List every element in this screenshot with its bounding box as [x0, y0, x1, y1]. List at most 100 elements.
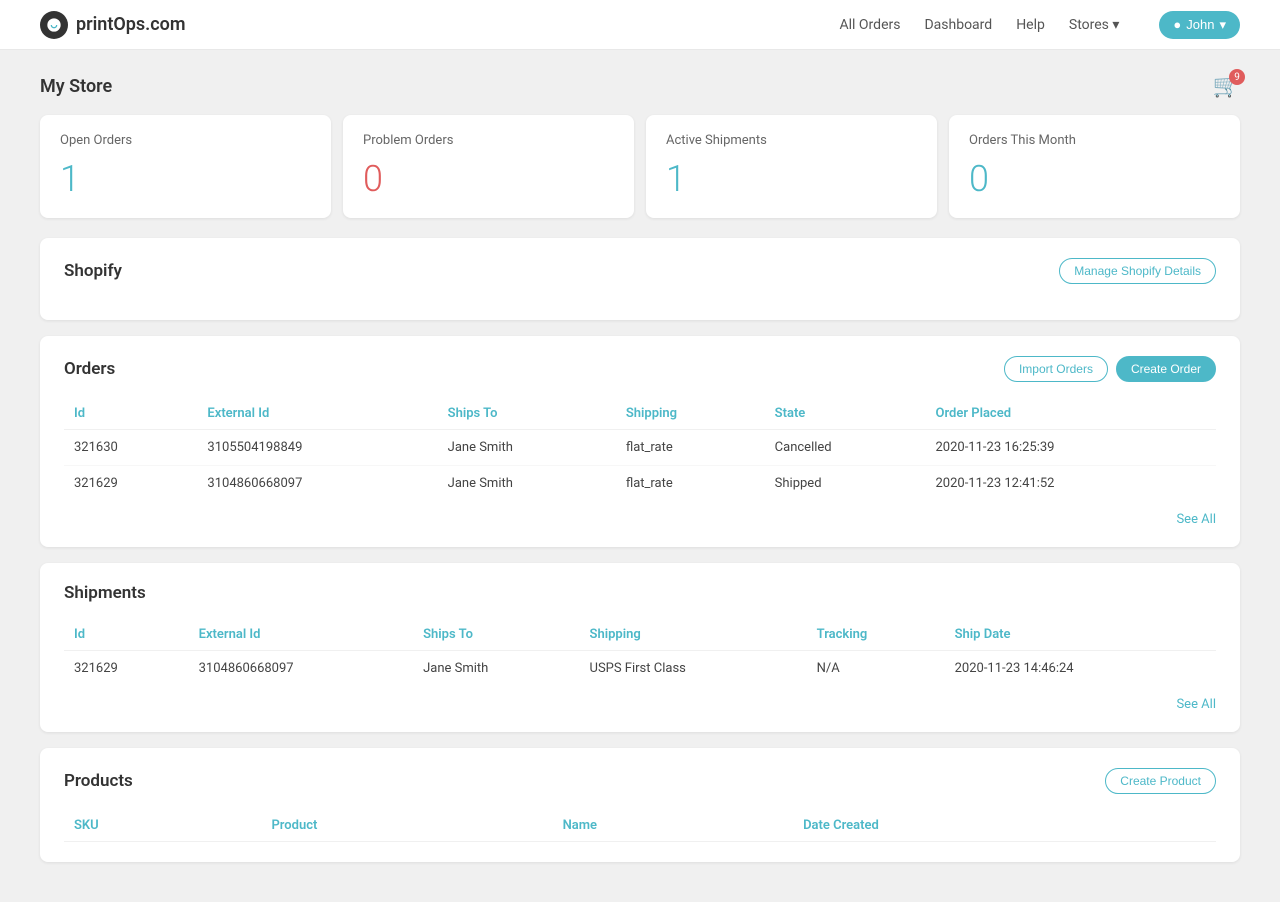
products-col-name: Name — [553, 810, 794, 842]
stores-chevron-icon: ▾ — [1112, 17, 1119, 33]
shipment-id-0: 321629 — [64, 651, 189, 687]
stat-value-problem-orders: 0 — [363, 158, 614, 200]
store-header: My Store 🛒 9 — [40, 74, 1240, 99]
nav-stores[interactable]: Stores ▾ — [1069, 17, 1120, 33]
brand-logo[interactable]: printOps.com — [40, 11, 186, 39]
shopify-title: Shopify — [64, 261, 122, 281]
products-panel: Products Create Product SKU Product Name… — [40, 748, 1240, 862]
products-col-date-created: Date Created — [793, 810, 1216, 842]
order-id-0: 321630 — [64, 430, 197, 466]
manage-shopify-button[interactable]: Manage Shopify Details — [1059, 258, 1216, 284]
order-placed-0: 2020-11-23 16:25:39 — [925, 430, 1216, 466]
create-product-button[interactable]: Create Product — [1105, 768, 1216, 794]
shipments-col-ships-to: Ships To — [413, 619, 579, 651]
orders-table-body: 321630 3105504198849 Jane Smith flat_rat… — [64, 430, 1216, 502]
brand-name: printOps.com — [76, 14, 186, 35]
orders-col-order-placed: Order Placed — [925, 398, 1216, 430]
order-ships-to-1: Jane Smith — [438, 466, 616, 502]
products-panel-header: Products Create Product — [64, 768, 1216, 794]
stat-value-orders-this-month: 0 — [969, 158, 1220, 200]
stat-value-open-orders: 1 — [60, 158, 311, 200]
shipments-see-all-link[interactable]: See All — [1176, 697, 1216, 712]
shipments-table-header: Id External Id Ships To Shipping Trackin… — [64, 619, 1216, 651]
shipments-col-shipping: Shipping — [580, 619, 807, 651]
orders-col-ships-to: Ships To — [438, 398, 616, 430]
nav-dashboard[interactable]: Dashboard — [924, 17, 992, 33]
orders-see-all-row: See All — [64, 501, 1216, 527]
shipment-shipping-0: USPS First Class — [580, 651, 807, 687]
stat-card-open-orders: Open Orders 1 — [40, 115, 331, 218]
order-external-id-0: 3105504198849 — [197, 430, 437, 466]
orders-table-header: Id External Id Ships To Shipping State O… — [64, 398, 1216, 430]
stat-cards: Open Orders 1 Problem Orders 0 Active Sh… — [40, 115, 1240, 218]
shipment-external-id-0: 3104860668097 — [189, 651, 413, 687]
products-col-product: Product — [261, 810, 552, 842]
products-header-row: SKU Product Name Date Created — [64, 810, 1216, 842]
stat-label-orders-this-month: Orders This Month — [969, 133, 1220, 148]
shipments-col-external-id: External Id — [189, 619, 413, 651]
orders-title: Orders — [64, 359, 115, 379]
orders-panel-header: Orders Import Orders Create Order — [64, 356, 1216, 382]
order-shipping-0: flat_rate — [616, 430, 765, 466]
shipments-header-row: Id External Id Ships To Shipping Trackin… — [64, 619, 1216, 651]
stat-card-problem-orders: Problem Orders 0 — [343, 115, 634, 218]
cart-button[interactable]: 🛒 9 — [1213, 74, 1240, 99]
orders-col-external-id: External Id — [197, 398, 437, 430]
stat-value-active-shipments: 1 — [666, 158, 917, 200]
main-content: My Store 🛒 9 Open Orders 1 Problem Order… — [0, 50, 1280, 902]
orders-col-state: State — [765, 398, 926, 430]
user-chevron-icon: ▾ — [1219, 17, 1226, 33]
shipments-col-ship-date: Ship Date — [945, 619, 1216, 651]
order-ships-to-0: Jane Smith — [438, 430, 616, 466]
shipments-panel-header: Shipments — [64, 583, 1216, 603]
brand-svg — [46, 17, 62, 33]
orders-see-all-link[interactable]: See All — [1176, 512, 1216, 527]
import-orders-button[interactable]: Import Orders — [1004, 356, 1108, 382]
products-table: SKU Product Name Date Created — [64, 810, 1216, 842]
brand-icon — [40, 11, 68, 39]
order-placed-1: 2020-11-23 12:41:52 — [925, 466, 1216, 502]
stat-label-open-orders: Open Orders — [60, 133, 311, 148]
order-shipping-1: flat_rate — [616, 466, 765, 502]
shipments-table: Id External Id Ships To Shipping Trackin… — [64, 619, 1216, 686]
order-external-id-1: 3104860668097 — [197, 466, 437, 502]
user-icon: ● — [1173, 17, 1181, 32]
orders-col-shipping: Shipping — [616, 398, 765, 430]
order-state-1: Shipped — [765, 466, 926, 502]
table-row[interactable]: 321629 3104860668097 Jane Smith flat_rat… — [64, 466, 1216, 502]
shipments-col-id: Id — [64, 619, 189, 651]
shopify-panel: Shopify Manage Shopify Details — [40, 238, 1240, 320]
shopify-panel-header: Shopify Manage Shopify Details — [64, 258, 1216, 284]
shipments-col-tracking: Tracking — [807, 619, 945, 651]
shipment-ships-to-0: Jane Smith — [413, 651, 579, 687]
table-row[interactable]: 321629 3104860668097 Jane Smith USPS Fir… — [64, 651, 1216, 687]
navbar: printOps.com All Orders Dashboard Help S… — [0, 0, 1280, 50]
nav-help[interactable]: Help — [1016, 17, 1045, 33]
stat-label-problem-orders: Problem Orders — [363, 133, 614, 148]
table-row[interactable]: 321630 3105504198849 Jane Smith flat_rat… — [64, 430, 1216, 466]
nav-all-orders[interactable]: All Orders — [840, 17, 901, 33]
stat-card-orders-this-month: Orders This Month 0 — [949, 115, 1240, 218]
products-title: Products — [64, 771, 133, 791]
stat-card-active-shipments: Active Shipments 1 — [646, 115, 937, 218]
orders-col-id: Id — [64, 398, 197, 430]
stat-label-active-shipments: Active Shipments — [666, 133, 917, 148]
nav-links: All Orders Dashboard Help Stores ▾ ● Joh… — [840, 11, 1240, 39]
orders-panel: Orders Import Orders Create Order Id Ext… — [40, 336, 1240, 547]
user-menu-button[interactable]: ● John ▾ — [1159, 11, 1240, 39]
shipments-panel: Shipments Id External Id Ships To Shippi… — [40, 563, 1240, 732]
orders-table: Id External Id Ships To Shipping State O… — [64, 398, 1216, 501]
orders-header-row: Id External Id Ships To Shipping State O… — [64, 398, 1216, 430]
shipment-tracking-0: N/A — [807, 651, 945, 687]
cart-badge: 9 — [1229, 69, 1245, 85]
store-section-title: My Store — [40, 76, 112, 97]
shipments-see-all-row: See All — [64, 686, 1216, 712]
products-col-sku: SKU — [64, 810, 261, 842]
order-id-1: 321629 — [64, 466, 197, 502]
create-order-button[interactable]: Create Order — [1116, 356, 1216, 382]
shipments-table-body: 321629 3104860668097 Jane Smith USPS Fir… — [64, 651, 1216, 687]
shipments-title: Shipments — [64, 583, 146, 603]
shipment-ship-date-0: 2020-11-23 14:46:24 — [945, 651, 1216, 687]
order-state-0: Cancelled — [765, 430, 926, 466]
products-table-header: SKU Product Name Date Created — [64, 810, 1216, 842]
